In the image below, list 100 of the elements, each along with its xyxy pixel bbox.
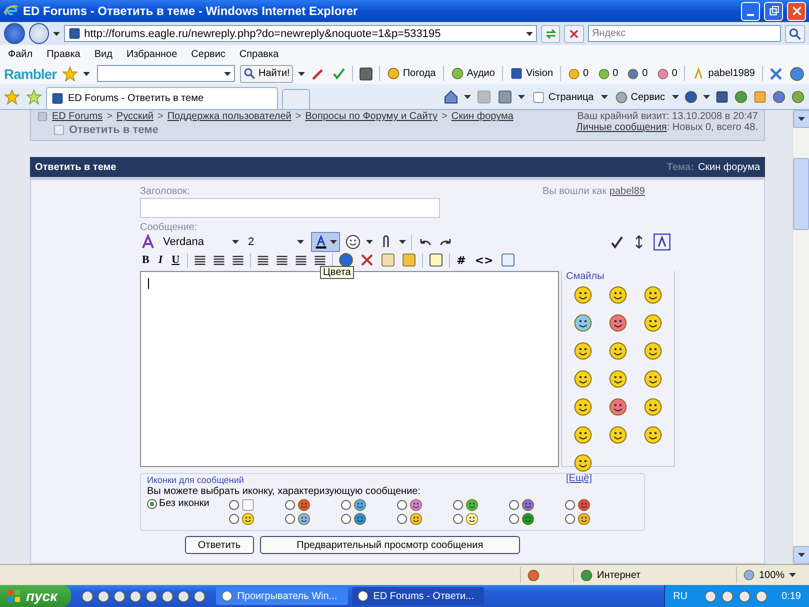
menu-item[interactable]: Сервис: [191, 48, 226, 60]
find-button[interactable]: Найти!: [240, 64, 293, 82]
smiley-icon[interactable]: [573, 341, 594, 361]
form-button[interactable]: Предварительный просмотр сообщения: [260, 536, 520, 554]
menu-item[interactable]: Правка: [46, 48, 80, 60]
bullet-list-icon[interactable]: [274, 253, 289, 267]
smiley-icon[interactable]: [642, 313, 663, 333]
private-messages-link[interactable]: Личные сообщения: [576, 122, 667, 133]
caret-icon[interactable]: [224, 72, 230, 76]
align-center-icon[interactable]: [212, 253, 226, 267]
forward-button[interactable]: [28, 23, 50, 44]
maximize-button[interactable]: [764, 2, 783, 20]
smiley-icon[interactable]: [608, 285, 628, 305]
counter-button[interactable]: 0: [566, 68, 591, 80]
refresh-button[interactable]: [540, 24, 560, 42]
caret-icon[interactable]: [232, 240, 239, 244]
radio-button[interactable]: [229, 500, 239, 510]
menu-item[interactable]: Справка: [239, 48, 279, 60]
unlink-icon[interactable]: [358, 252, 375, 268]
format-button[interactable]: U: [170, 254, 182, 266]
format-button[interactable]: I: [156, 254, 165, 266]
breadcrumb-link[interactable]: Скин форума: [451, 111, 514, 122]
page-menu-button[interactable]: Страница: [530, 90, 596, 104]
zoom-level[interactable]: 100%: [759, 570, 785, 580]
numbered-list-icon[interactable]: [256, 253, 270, 267]
breadcrumb-link[interactable]: Поддержка пользователей: [167, 111, 292, 122]
text-color-button[interactable]: [311, 232, 340, 252]
smiley-icon[interactable]: [573, 369, 594, 389]
toolbar-search-field[interactable]: [96, 65, 234, 82]
breadcrumb-link[interactable]: ED Forums: [52, 111, 103, 122]
tools-menu-button[interactable]: Сервис: [612, 90, 667, 104]
menu-item[interactable]: Вид: [94, 48, 112, 60]
form-button[interactable]: Ответить: [184, 536, 254, 554]
toolbar-button[interactable]: Vision: [508, 67, 556, 80]
toolbar-button[interactable]: Аудио: [448, 67, 497, 80]
radio-button[interactable]: [285, 514, 295, 524]
radio-button[interactable]: [341, 514, 351, 524]
caret-icon[interactable]: [672, 95, 679, 99]
radio-button[interactable]: [565, 500, 575, 510]
radio-button[interactable]: [341, 500, 351, 510]
breadcrumb-link[interactable]: Русский: [116, 111, 154, 122]
caret-icon[interactable]: [298, 72, 305, 76]
address-field[interactable]: http://forums.eagle.ru/newreply.php?do=newreply&noquote=1&p=533195: [64, 25, 537, 42]
smiley-icon[interactable]: [573, 285, 594, 305]
code-button[interactable]: <>: [472, 254, 496, 266]
smiley-icon[interactable]: [642, 397, 663, 417]
align-right-icon[interactable]: [230, 253, 245, 267]
counter-button[interactable]: 0: [654, 68, 680, 80]
format-button[interactable]: B: [140, 254, 152, 266]
outdent-icon[interactable]: [294, 253, 308, 267]
radio-button[interactable]: [397, 500, 407, 510]
caret-icon[interactable]: [399, 240, 406, 244]
more-smilies-link[interactable]: [Ещё]: [566, 473, 670, 484]
caret-icon[interactable]: [600, 95, 608, 99]
caret-icon[interactable]: [53, 32, 60, 36]
language-indicator[interactable]: RU: [673, 590, 688, 602]
title-input-field[interactable]: [140, 198, 440, 218]
font-select[interactable]: Verdana: [161, 236, 241, 248]
minimize-button[interactable]: [741, 2, 760, 20]
caret-icon[interactable]: [366, 240, 373, 244]
radio-button[interactable]: [229, 514, 239, 524]
smiley-icon[interactable]: [573, 397, 594, 417]
radio-button[interactable]: [509, 500, 519, 510]
counter-button[interactable]: 0: [596, 68, 620, 80]
smiley-icon[interactable]: [573, 425, 594, 445]
counter-button[interactable]: 0: [625, 68, 650, 80]
smiley-icon[interactable]: [573, 313, 594, 333]
smiley-icon[interactable]: [608, 341, 628, 361]
scrollbar[interactable]: [792, 110, 809, 564]
caret-icon[interactable]: [464, 95, 472, 99]
radio-button[interactable]: [509, 514, 519, 524]
search-button[interactable]: [785, 24, 806, 42]
caret-icon[interactable]: [518, 95, 526, 99]
smiley-icon[interactable]: [642, 285, 663, 305]
back-button[interactable]: [4, 23, 25, 44]
menu-item[interactable]: Избранное: [126, 48, 178, 60]
smiley-icon[interactable]: [573, 453, 594, 473]
stop-button[interactable]: [564, 24, 584, 42]
caret-icon[interactable]: [703, 95, 710, 99]
code-button[interactable]: #: [454, 254, 468, 266]
caret-icon[interactable]: [788, 573, 796, 577]
smiley-icon[interactable]: [642, 425, 663, 445]
browser-tab[interactable]: ED Forums - Ответить в теме: [46, 87, 278, 109]
smiley-icon[interactable]: [608, 313, 628, 333]
radio-button[interactable]: [453, 514, 463, 524]
smiley-icon[interactable]: [642, 341, 663, 361]
search-field[interactable]: Яндекс: [588, 25, 782, 42]
toolbar-button[interactable]: Погода: [384, 67, 438, 80]
radio-button[interactable]: [453, 500, 463, 510]
radio-button[interactable]: [285, 500, 295, 510]
align-left-icon[interactable]: [192, 253, 207, 267]
caret-icon[interactable]: [330, 240, 337, 244]
smiley-icon[interactable]: [642, 369, 663, 389]
caret-icon[interactable]: [526, 32, 533, 36]
size-select[interactable]: 2: [246, 236, 306, 248]
scrollbar-thumb[interactable]: [793, 158, 809, 230]
close-button[interactable]: [787, 2, 806, 20]
smiley-icon[interactable]: [608, 425, 628, 445]
smiley-icon[interactable]: [608, 397, 628, 417]
taskbar-window-button[interactable]: ED Forums - Ответи...: [352, 587, 484, 605]
